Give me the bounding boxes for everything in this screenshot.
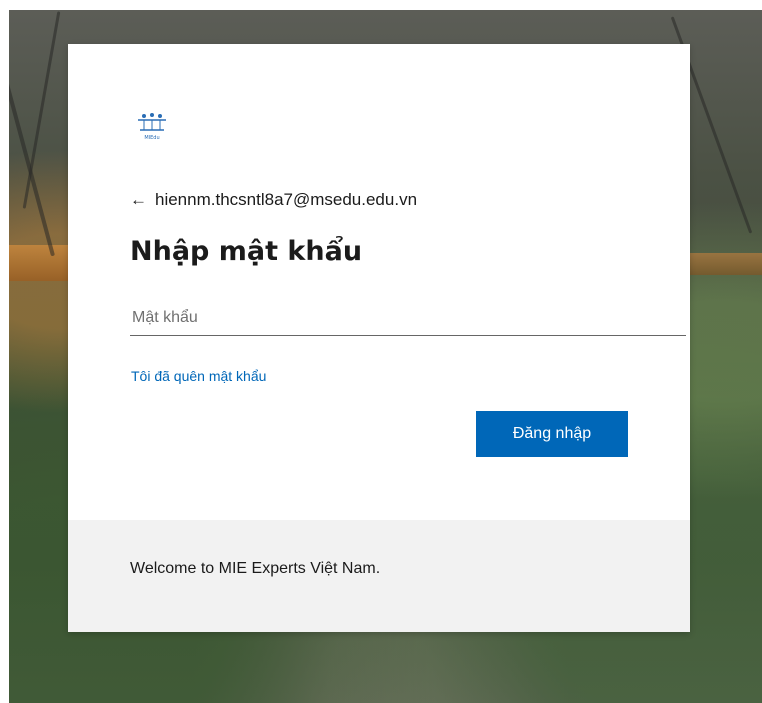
forgot-password-link[interactable]: Tôi đã quên mật khẩu	[131, 368, 266, 384]
background-bridge-right	[690, 253, 762, 275]
frame-edge-left	[0, 0, 9, 703]
logo-caption: MIEdu	[144, 135, 159, 141]
password-input[interactable]	[130, 300, 686, 336]
signin-button[interactable]: Đăng nhập	[476, 411, 628, 457]
signin-card-main: MIEdu ← hiennm.thcsntl8a7@msedu.edu.vn N…	[68, 44, 690, 520]
page-title: Nhập mật khẩu	[130, 236, 363, 267]
card-footer: Welcome to MIE Experts Việt Nam.	[68, 520, 690, 632]
frame-edge-top	[0, 0, 762, 10]
background-bridge-left	[9, 245, 69, 281]
signin-card: MIEdu ← hiennm.thcsntl8a7@msedu.edu.vn N…	[68, 44, 690, 632]
organization-logo-icon: MIEdu	[138, 113, 166, 141]
account-email: hiennm.thcsntl8a7@msedu.edu.vn	[155, 190, 418, 209]
back-to-account-button[interactable]: ← hiennm.thcsntl8a7@msedu.edu.vn	[130, 190, 417, 210]
arrow-left-icon[interactable]: ←	[130, 190, 147, 210]
welcome-text: Welcome to MIE Experts Việt Nam.	[130, 560, 381, 577]
